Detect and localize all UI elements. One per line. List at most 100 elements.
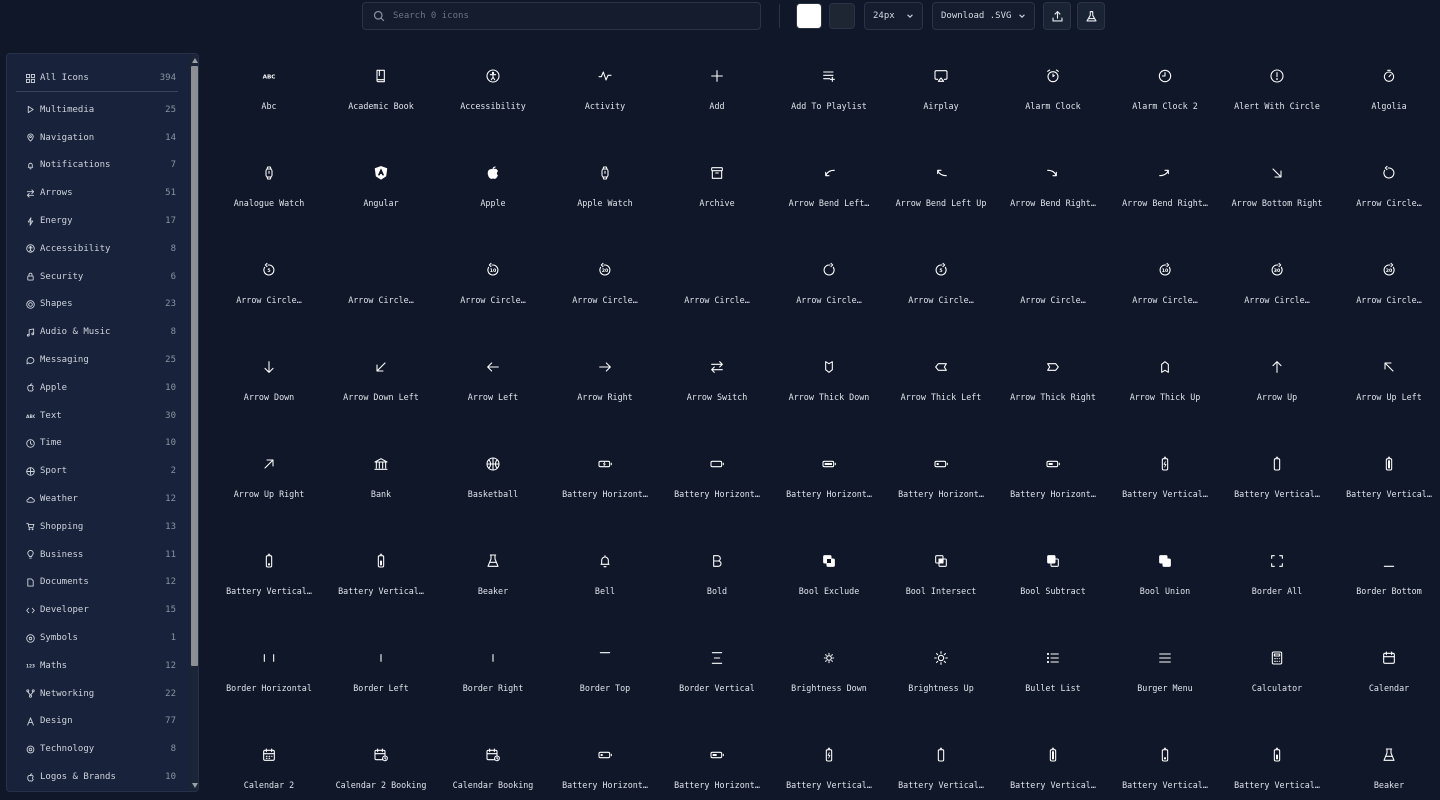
- icon-tile[interactable]: Border Left: [325, 637, 437, 734]
- sidebar-item-weather[interactable]: Weather 12: [16, 485, 178, 513]
- icon-tile[interactable]: Arrow Down Left: [325, 346, 437, 443]
- icon-tile[interactable]: Border All: [1221, 540, 1333, 637]
- size-select[interactable]: 24px: [864, 2, 923, 30]
- scroll-down-arrow-icon[interactable]: [190, 780, 198, 790]
- icon-tile[interactable]: Arrow Right: [549, 346, 661, 443]
- icon-tile[interactable]: Accessibility: [437, 55, 549, 152]
- icon-tile[interactable]: Add: [661, 55, 773, 152]
- icon-tile[interactable]: Apple: [437, 152, 549, 249]
- icon-tile[interactable]: Border Top: [549, 637, 661, 734]
- icon-tile[interactable]: 10 Arrow Circle…: [1109, 249, 1221, 346]
- sidebar-item-symbols[interactable]: Symbols 1: [16, 624, 178, 652]
- icon-tile[interactable]: Add To Playlist: [773, 55, 885, 152]
- icon-tile[interactable]: Alarm Clock: [997, 55, 1109, 152]
- icon-tile[interactable]: Arrow Circle…: [661, 249, 773, 346]
- icon-tile[interactable]: Battery Horizont…: [549, 443, 661, 540]
- sidebar-item-text[interactable]: ABC Text 30: [16, 402, 178, 430]
- icon-tile[interactable]: Arrow Left: [437, 346, 549, 443]
- sidebar-item-audio-music[interactable]: Audio & Music 8: [16, 318, 178, 346]
- icon-tile[interactable]: Battery Vertical…: [885, 734, 997, 800]
- icon-tile[interactable]: Bank: [325, 443, 437, 540]
- icon-tile[interactable]: Battery Vertical…: [1109, 443, 1221, 540]
- icon-tile[interactable]: Border Right: [437, 637, 549, 734]
- icon-tile[interactable]: Battery Vertical…: [1109, 734, 1221, 800]
- sidebar-item-sport[interactable]: Sport 2: [16, 457, 178, 485]
- icon-tile[interactable]: Arrow Circle…: [325, 249, 437, 346]
- upload-button[interactable]: [1043, 2, 1071, 30]
- icon-tile[interactable]: Arrow Bend Left…: [773, 152, 885, 249]
- icon-tile[interactable]: Angular: [325, 152, 437, 249]
- sidebar-item-all-icons[interactable]: All Icons 394: [16, 65, 178, 92]
- icon-tile[interactable]: Bool Exclude: [773, 540, 885, 637]
- scrollbar-thumb[interactable]: [191, 66, 198, 666]
- icon-tile[interactable]: Battery Vertical…: [213, 540, 325, 637]
- icon-tile[interactable]: Battery Vertical…: [1221, 443, 1333, 540]
- icon-tile[interactable]: Arrow Circle…: [773, 249, 885, 346]
- icon-tile[interactable]: Battery Horizont…: [997, 443, 1109, 540]
- icon-tile[interactable]: Calculator: [1221, 637, 1333, 734]
- sidebar-item-arrows[interactable]: Arrows 51: [16, 179, 178, 207]
- icon-tile[interactable]: Battery Vertical…: [1333, 443, 1440, 540]
- sidebar-item-security[interactable]: Security 6: [16, 263, 178, 291]
- icon-tile[interactable]: Arrow Up Right: [213, 443, 325, 540]
- search-input[interactable]: [393, 11, 733, 21]
- icon-tile[interactable]: Bool Subtract: [997, 540, 1109, 637]
- icon-tile[interactable]: Arrow Circle…: [997, 249, 1109, 346]
- color-swatch-dark[interactable]: [829, 3, 855, 29]
- icon-tile[interactable]: Basketball: [437, 443, 549, 540]
- icon-tile[interactable]: Arrow Thick Left: [885, 346, 997, 443]
- icon-tile[interactable]: Brightness Up: [885, 637, 997, 734]
- icon-tile[interactable]: Academic Book: [325, 55, 437, 152]
- icon-tile[interactable]: Arrow Thick Up: [1109, 346, 1221, 443]
- sidebar-item-messaging[interactable]: Messaging 25: [16, 346, 178, 374]
- sidebar-item-shopping[interactable]: Shopping 13: [16, 513, 178, 541]
- icon-tile[interactable]: Bool Union: [1109, 540, 1221, 637]
- icon-tile[interactable]: Algolia: [1333, 55, 1440, 152]
- icon-tile[interactable]: 5 Arrow Circle…: [213, 249, 325, 346]
- icon-tile[interactable]: Battery Horizont…: [885, 443, 997, 540]
- sidebar-item-shapes[interactable]: Shapes 23: [16, 291, 178, 319]
- icon-tile[interactable]: Arrow Up: [1221, 346, 1333, 443]
- sidebar-item-logos-brands[interactable]: Logos & Brands 10: [16, 763, 178, 791]
- sidebar-item-networking[interactable]: Networking 22: [16, 680, 178, 708]
- sidebar-item-navigation[interactable]: Navigation 14: [16, 124, 178, 152]
- icon-tile[interactable]: 20 Arrow Circle…: [549, 249, 661, 346]
- icon-tile[interactable]: Battery Vertical…: [1221, 734, 1333, 800]
- sidebar-item-notifications[interactable]: Notifications 7: [16, 152, 178, 180]
- sidebar-item-developer[interactable]: Developer 15: [16, 596, 178, 624]
- icon-tile[interactable]: Arrow Circle…: [1333, 152, 1440, 249]
- sidebar-item-energy[interactable]: Energy 17: [16, 207, 178, 235]
- icon-tile[interactable]: Bold: [661, 540, 773, 637]
- icon-tile[interactable]: Border Bottom: [1333, 540, 1440, 637]
- icon-tile[interactable]: Arrow Bend Right…: [997, 152, 1109, 249]
- sidebar-item-technology[interactable]: Technology 8: [16, 735, 178, 763]
- color-swatch-white[interactable]: [796, 3, 822, 29]
- icon-tile[interactable]: 5 Arrow Circle…: [885, 249, 997, 346]
- icon-tile[interactable]: Airplay: [885, 55, 997, 152]
- sidebar-item-business[interactable]: Business 11: [16, 541, 178, 569]
- icon-tile[interactable]: Arrow Up Left: [1333, 346, 1440, 443]
- icon-tile[interactable]: Bullet List: [997, 637, 1109, 734]
- icon-tile[interactable]: Border Horizontal: [213, 637, 325, 734]
- icon-tile[interactable]: Arrow Thick Right: [997, 346, 1109, 443]
- icon-tile[interactable]: Battery Vertical…: [773, 734, 885, 800]
- icon-tile[interactable]: Bool Intersect: [885, 540, 997, 637]
- icon-tile[interactable]: Arrow Switch: [661, 346, 773, 443]
- icon-tile[interactable]: Battery Vertical…: [325, 540, 437, 637]
- icon-tile[interactable]: Burger Menu: [1109, 637, 1221, 734]
- sidebar-item-accessibility[interactable]: Accessibility 8: [16, 235, 178, 263]
- labs-button[interactable]: [1077, 2, 1105, 30]
- icon-tile[interactable]: Analogue Watch: [213, 152, 325, 249]
- icon-tile[interactable]: Battery Vertical…: [997, 734, 1109, 800]
- icon-tile[interactable]: Apple Watch: [549, 152, 661, 249]
- sidebar-item-documents[interactable]: Documents 12: [16, 569, 178, 597]
- icon-tile[interactable]: Brightness Down: [773, 637, 885, 734]
- sidebar-item-apple[interactable]: Apple 10: [16, 374, 178, 402]
- icon-tile[interactable]: Alert With Circle: [1221, 55, 1333, 152]
- icon-tile[interactable]: Arrow Bend Left Up: [885, 152, 997, 249]
- icon-tile[interactable]: Border Vertical: [661, 637, 773, 734]
- icon-tile[interactable]: Arrow Thick Down: [773, 346, 885, 443]
- icon-tile[interactable]: Beaker: [437, 540, 549, 637]
- sidebar-item-maths[interactable]: 123 Maths 12: [16, 652, 178, 680]
- icon-tile[interactable]: Arrow Down: [213, 346, 325, 443]
